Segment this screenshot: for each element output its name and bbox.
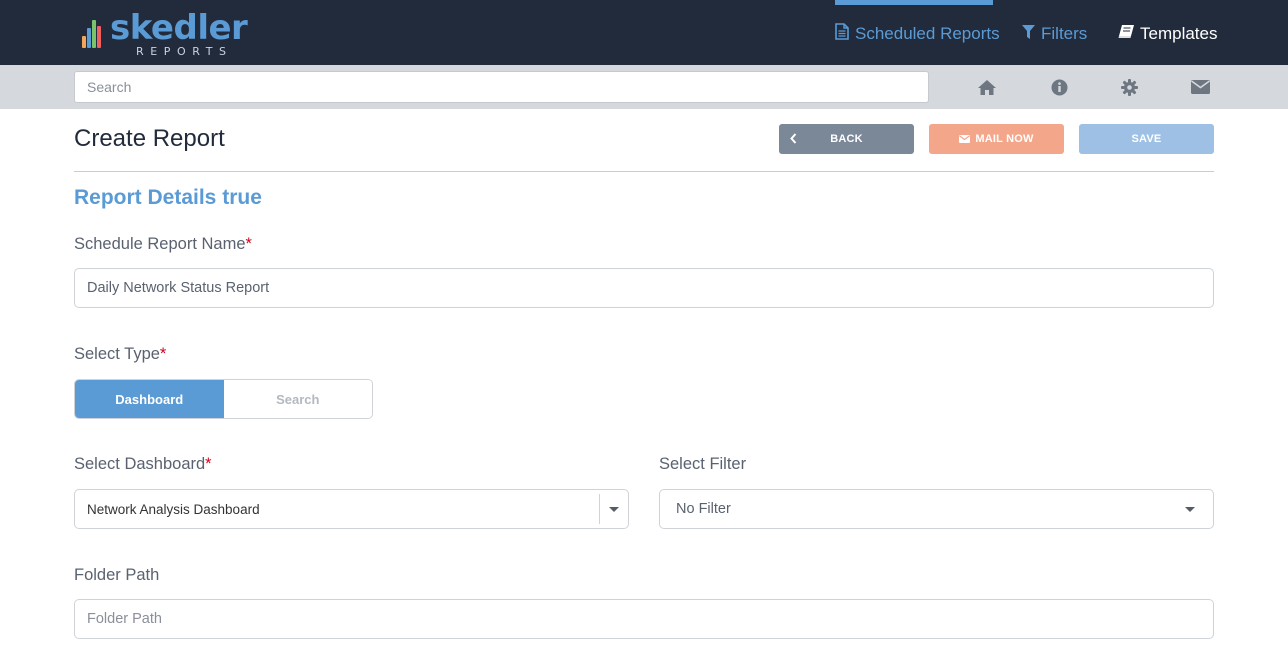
report-name-input[interactable] [74, 268, 1214, 308]
back-button-label: BACK [830, 133, 863, 145]
home-icon[interactable] [977, 77, 997, 97]
folder-path-label: Folder Path [74, 566, 160, 584]
filter-select-value: No Filter [676, 501, 731, 517]
select-type-label-text: Select Type [74, 345, 160, 363]
back-button[interactable]: BACK [779, 124, 914, 154]
report-name-label-text: Schedule Report Name [74, 235, 246, 253]
chevron-down-icon[interactable] [1167, 506, 1213, 512]
search-input[interactable] [74, 71, 929, 103]
toolbar [0, 65, 1288, 109]
nav-scheduled-reports-label: Scheduled Reports [855, 24, 1000, 43]
nav-templates[interactable]: Templates [1118, 22, 1217, 46]
envelope-icon [959, 135, 971, 143]
nav-filters[interactable]: Filters [1022, 22, 1087, 46]
section-title: Report Details true [74, 186, 262, 209]
gear-icon[interactable] [1119, 77, 1139, 97]
select-filter-label: Select Filter [659, 455, 747, 473]
top-navbar: skedler REPORTS Scheduled Reports Filter… [0, 0, 1288, 65]
select-type-label: Select Type* [74, 343, 166, 365]
logo-subtitle: REPORTS [136, 45, 233, 58]
page-title: Create Report [74, 125, 225, 152]
required-mark: * [205, 455, 212, 473]
report-name-label: Schedule Report Name* [74, 233, 252, 255]
type-option-dashboard[interactable]: Dashboard [75, 380, 224, 418]
document-icon [835, 23, 849, 45]
book-icon [1118, 24, 1134, 44]
chevron-left-icon [790, 133, 797, 147]
logo-wordmark: skedler [110, 8, 248, 48]
dashboard-select[interactable]: Network Analysis Dashboard [74, 489, 629, 529]
save-button[interactable]: SAVE [1079, 124, 1214, 154]
select-dashboard-label: Select Dashboard* [74, 453, 212, 475]
nav-scheduled-reports[interactable]: Scheduled Reports [835, 22, 1000, 46]
header-divider [74, 171, 1214, 172]
type-option-search[interactable]: Search [223, 380, 372, 418]
dashboard-select-value: Network Analysis Dashboard [87, 501, 260, 517]
nav-templates-label: Templates [1140, 24, 1218, 43]
skedler-logo[interactable]: skedler REPORTS [82, 8, 262, 58]
mail-now-button-label: MAIL NOW [975, 133, 1034, 145]
nav-filters-label: Filters [1041, 24, 1088, 43]
required-mark: * [245, 235, 252, 253]
select-dashboard-label-text: Select Dashboard [74, 455, 206, 473]
envelope-icon[interactable] [1190, 77, 1210, 97]
logo-bars-icon [82, 16, 108, 48]
filter-icon [1022, 24, 1035, 44]
chevron-down-icon[interactable] [600, 506, 628, 512]
info-icon[interactable] [1049, 77, 1069, 97]
save-button-label: SAVE [1131, 133, 1162, 145]
folder-path-input[interactable] [74, 599, 1214, 639]
active-nav-indicator [835, 0, 993, 5]
filter-select[interactable]: No Filter [659, 489, 1214, 529]
required-mark: * [159, 345, 167, 363]
type-toggle: Dashboard Search [74, 379, 373, 419]
mail-now-button[interactable]: MAIL NOW [929, 124, 1064, 154]
